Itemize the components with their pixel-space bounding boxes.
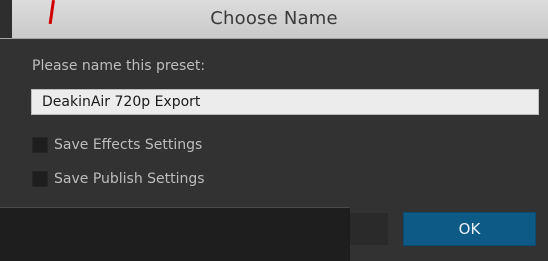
preset-name-prompt: Please name this preset: — [32, 58, 206, 74]
save-effects-settings-checkbox[interactable] — [32, 137, 48, 153]
save-effects-settings-label: Save Effects Settings — [54, 137, 203, 153]
save-publish-settings-label: Save Publish Settings — [54, 171, 205, 187]
screen: Choose Name Please name this preset: Sav… — [0, 0, 548, 261]
save-publish-settings-option[interactable]: Save Publish Settings — [32, 170, 205, 188]
dialog-titlebar[interactable]: Choose Name — [0, 0, 548, 39]
save-effects-settings-option[interactable]: Save Effects Settings — [32, 136, 202, 154]
dialog-title: Choose Name — [210, 8, 338, 29]
save-publish-settings-checkbox[interactable] — [32, 171, 48, 187]
overlapping-window-panel — [0, 207, 350, 261]
obscured-button-fragment — [350, 213, 388, 245]
preset-name-input[interactable] — [31, 89, 539, 115]
ok-button[interactable]: OK — [403, 212, 536, 246]
